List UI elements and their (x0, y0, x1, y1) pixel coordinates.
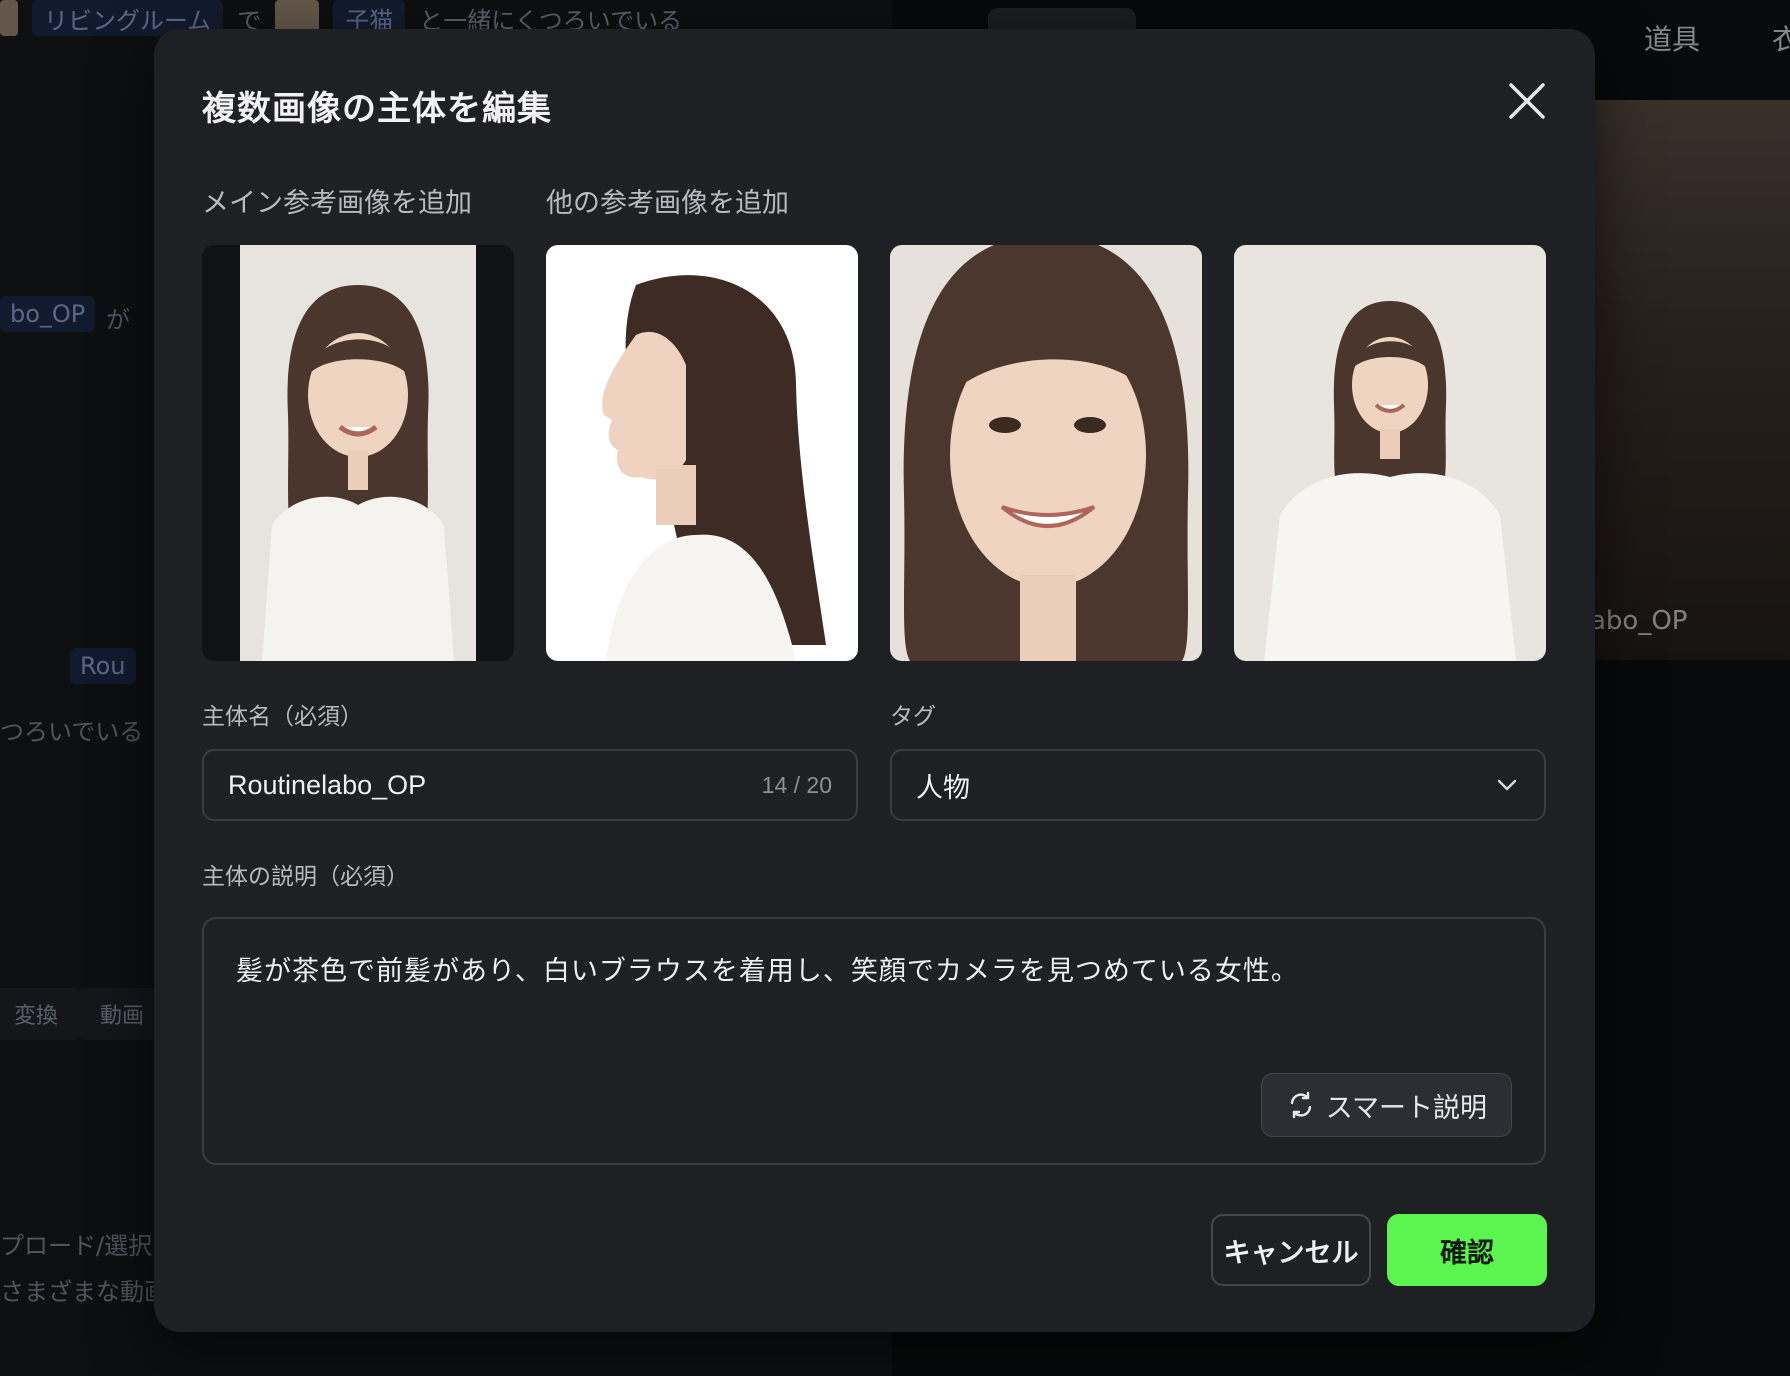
main-reference-image[interactable] (202, 245, 514, 661)
reference-image-closeup[interactable] (890, 245, 1202, 661)
description-textarea[interactable]: 髪が茶色で前髪があり、白いブラウスを着用し、笑顔でカメラを見つめている女性。 ス… (202, 917, 1546, 1165)
character-count: 14 / 20 (761, 771, 832, 798)
confirm-button[interactable]: 確認 (1387, 1214, 1547, 1286)
description-label: 主体の説明（必須） (202, 864, 409, 890)
cancel-button[interactable]: キャンセル (1211, 1214, 1371, 1286)
subject-name-label: 主体名（必須） (202, 704, 363, 730)
close-icon (1509, 83, 1545, 119)
subject-name-input[interactable]: Routinelabo_OP 14 / 20 (202, 749, 858, 821)
chevron-down-icon (1494, 772, 1520, 798)
description-text[interactable]: 髪が茶色で前髪があり、白いブラウスを着用し、笑顔でカメラを見つめている女性。 (236, 949, 1299, 988)
reference-image-side-profile[interactable] (546, 245, 858, 661)
refresh-icon (1290, 1091, 1311, 1119)
subject-name-value[interactable]: Routinelabo_OP (228, 770, 762, 801)
tag-select[interactable]: 人物 (890, 749, 1546, 821)
main-reference-label: メイン参考画像を追加 (202, 188, 472, 219)
tag-label: タグ (890, 704, 936, 730)
edit-subject-modal: 複数画像の主体を編集 メイン参考画像を追加 他の参考画像を追加 主体名（必須） … (154, 29, 1595, 1332)
modal-title: 複数画像の主体を編集 (202, 89, 552, 129)
other-reference-label: 他の参考画像を追加 (546, 188, 789, 219)
tag-value: 人物 (916, 772, 970, 803)
smart-description-label: スマート説明 (1325, 1092, 1487, 1124)
reference-image-upper-body[interactable] (1234, 245, 1546, 661)
smart-description-button[interactable]: スマート説明 (1260, 1073, 1512, 1137)
close-button[interactable] (1507, 81, 1547, 121)
